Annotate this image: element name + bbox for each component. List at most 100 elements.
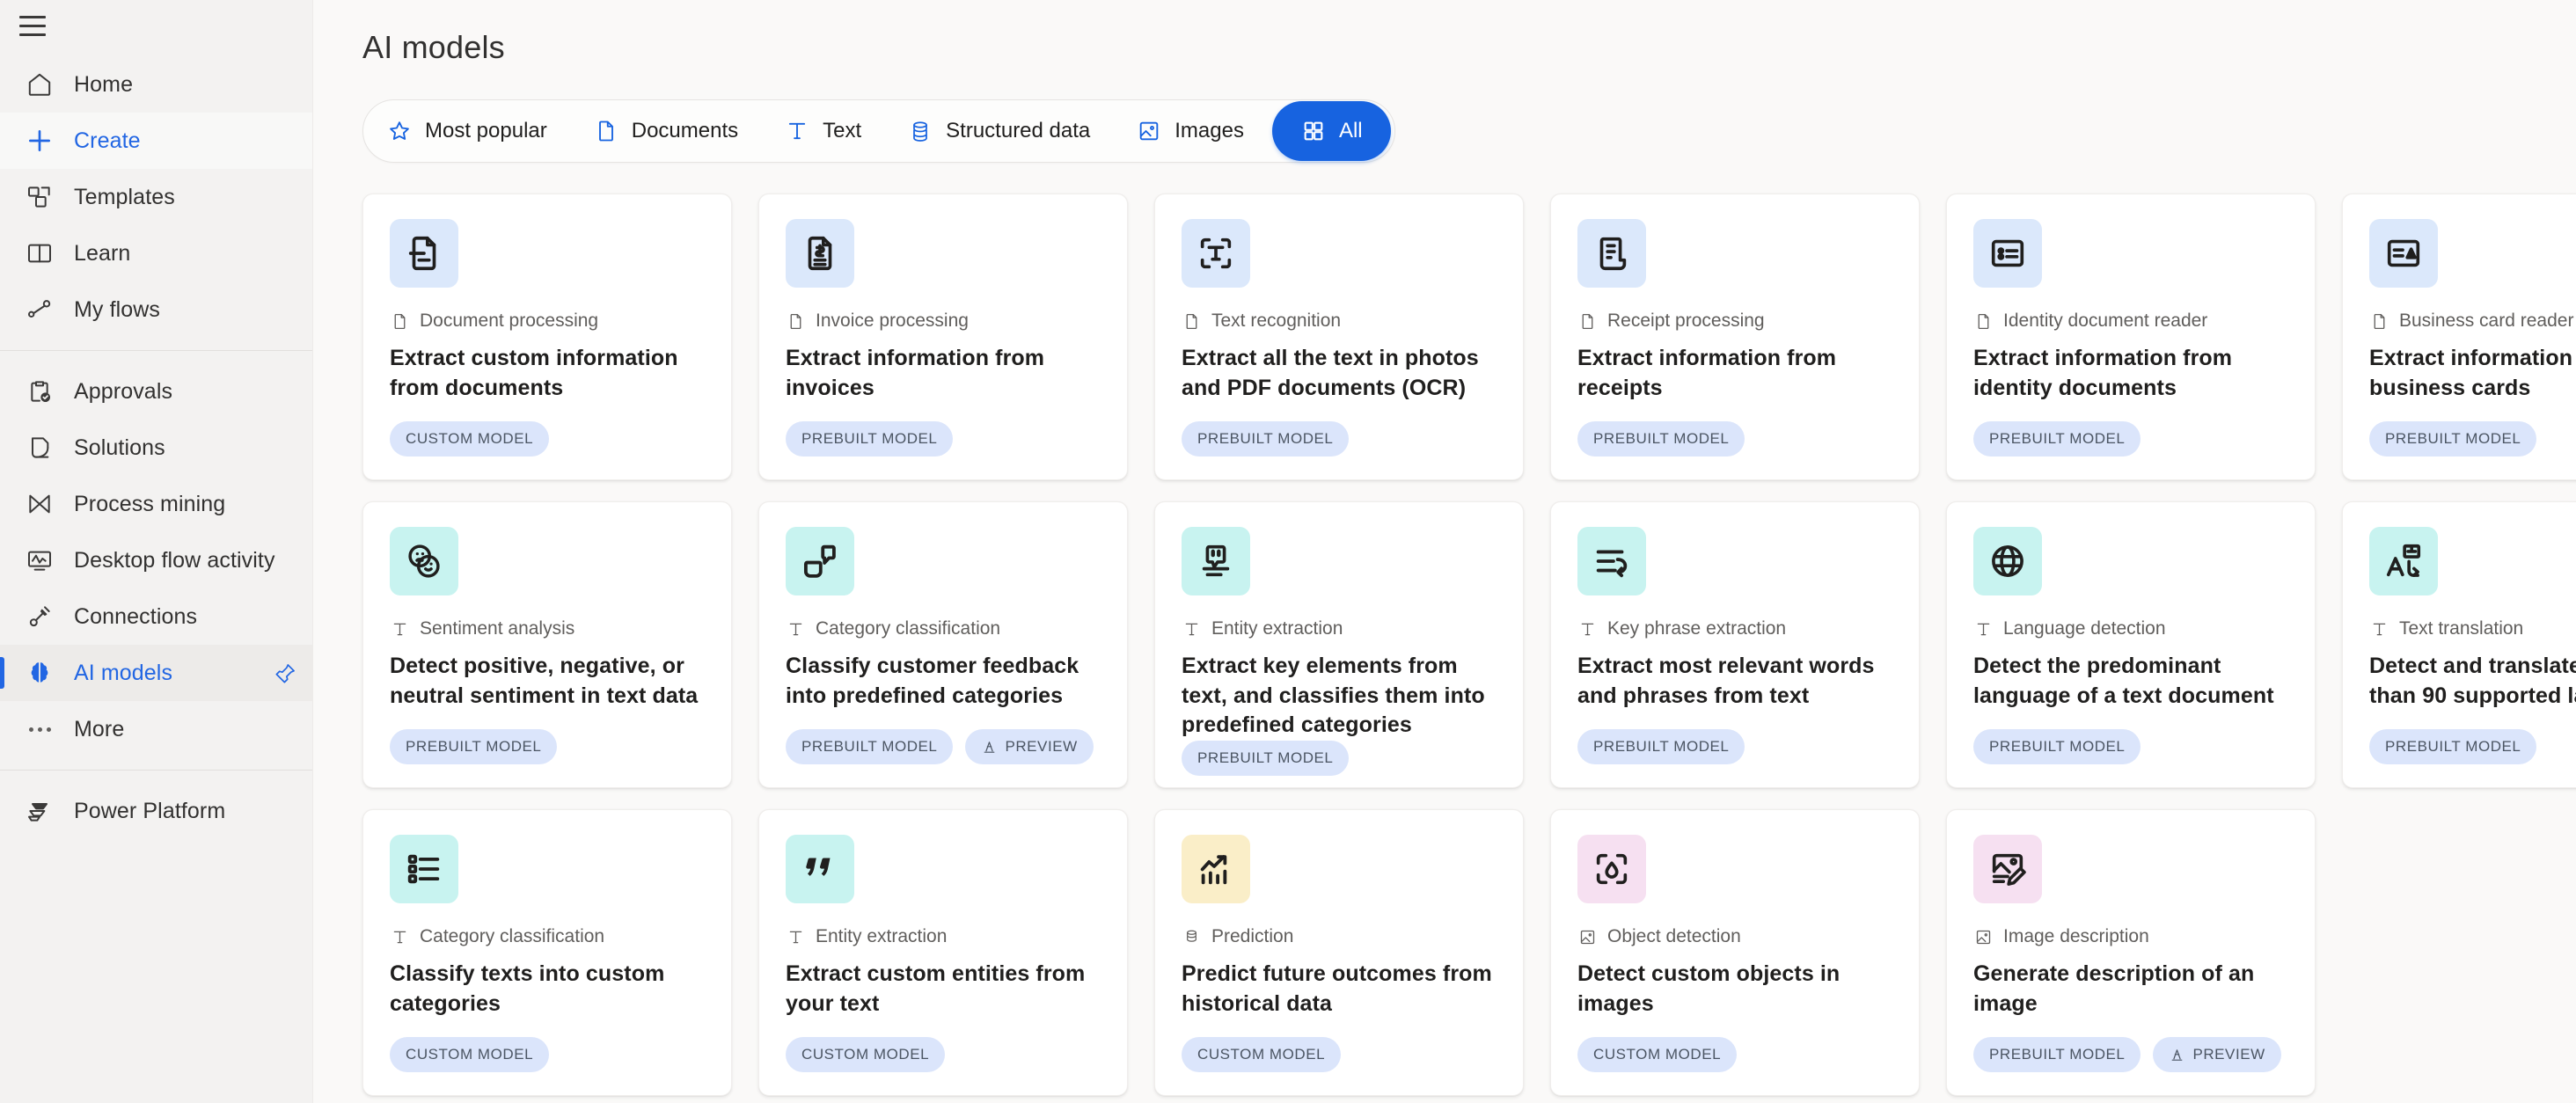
model-card[interactable]: Business card reader Extract information …: [2342, 194, 2576, 480]
model-card[interactable]: Language detection Detect the predominant…: [1946, 501, 2316, 788]
globe-icon: [1973, 527, 2042, 595]
model-type-badge: PREBUILT MODEL: [2369, 729, 2537, 764]
model-badges: PREBUILT MODEL: [390, 729, 705, 764]
plus-icon: [25, 126, 55, 156]
model-card[interactable]: Identity document reader Extract informat…: [1946, 194, 2316, 480]
filter-documents[interactable]: Documents: [570, 103, 761, 159]
sidebar-item-create[interactable]: Create: [0, 113, 312, 169]
solutions-icon: [25, 433, 55, 463]
text-t-icon: [784, 118, 810, 144]
model-card[interactable]: Sentiment analysis Detect positive, negat…: [362, 501, 732, 788]
text-t-icon: [1973, 619, 1993, 639]
filter-text[interactable]: Text: [761, 103, 884, 159]
database-icon: [1182, 927, 1201, 946]
sidebar-item-connections[interactable]: Connections: [0, 588, 312, 645]
model-card[interactable]: Text recognition Extract all the text in …: [1154, 194, 1524, 480]
filter-structured-data[interactable]: Structured data: [884, 103, 1113, 159]
model-card[interactable]: Entity extraction Extract custom entities…: [758, 809, 1128, 1096]
model-card[interactable]: Receipt processing Extract information fr…: [1550, 194, 1920, 480]
model-headline: Extract custom information from document…: [390, 346, 678, 400]
model-headline: Extract information from identity docume…: [1973, 346, 2233, 400]
sidebar-item-label: Solutions: [74, 435, 165, 460]
model-card[interactable]: Image description Generate description of…: [1946, 809, 2316, 1096]
model-category-label: Document processing: [420, 310, 599, 331]
model-type-badge: PREBUILT MODEL: [1577, 421, 1745, 457]
document-icon: [786, 311, 805, 331]
templates-icon: [25, 182, 55, 212]
filter-images[interactable]: Images: [1113, 103, 1267, 159]
document-icon: [390, 311, 409, 331]
model-headline: Extract key elements from text, and clas…: [1182, 654, 1485, 737]
filter-label: Structured data: [946, 119, 1091, 142]
model-headline: Extract information from business cards: [2369, 346, 2576, 400]
text-t-icon: [1577, 619, 1597, 639]
model-category-label: Category classification: [816, 618, 1001, 639]
pin-icon[interactable]: [272, 660, 298, 686]
hamburger-row: [0, 0, 312, 51]
model-card[interactable]: Entity extraction Extract key elements fr…: [1154, 501, 1524, 788]
filter-label: Documents: [631, 119, 739, 142]
preview-cone-icon: [2169, 1047, 2184, 1063]
model-card[interactable]: Category classification Classify texts in…: [362, 809, 732, 1096]
model-card[interactable]: Text translation Detect and translate mor…: [2342, 501, 2576, 788]
model-badges: PREBUILT MODEL: [1182, 740, 1497, 776]
sentiment-faces-icon: [390, 527, 458, 595]
model-category: Category classification: [390, 926, 705, 947]
document-icon: [593, 118, 619, 144]
sidebar-item-solutions[interactable]: Solutions: [0, 420, 312, 476]
sidebar-item-process-mining[interactable]: Process mining: [0, 476, 312, 532]
sidebar-item-home[interactable]: Home: [0, 56, 312, 113]
model-category: Entity extraction: [786, 926, 1101, 947]
sidebar-item-label: Approvals: [74, 378, 173, 404]
model-category: Category classification: [786, 618, 1101, 639]
business-card-icon: [2369, 219, 2438, 288]
sidebar-item-more[interactable]: More: [0, 701, 312, 757]
document-icon: [1973, 311, 1993, 331]
model-headline: Detect positive, negative, or neutral se…: [390, 654, 699, 708]
menu-hamburger-icon[interactable]: [19, 10, 51, 41]
app-root: Home Create Templates Learn My flows Approval…: [0, 0, 2576, 1103]
text-t-icon: [2369, 619, 2389, 639]
filter-all[interactable]: All: [1271, 101, 1391, 161]
badge-label: PREBUILT MODEL: [406, 738, 542, 755]
model-headline: Detect custom objects in images: [1577, 961, 1841, 1016]
sidebar-item-approvals[interactable]: Approvals: [0, 363, 312, 420]
model-type-badge: CUSTOM MODEL: [390, 421, 550, 457]
model-category-label: Key phrase extraction: [1607, 618, 1787, 639]
model-headline: Extract custom entities from your text: [786, 961, 1086, 1016]
sidebar-item-templates[interactable]: Templates: [0, 169, 312, 225]
model-card[interactable]: Category classification Classify customer…: [758, 501, 1128, 788]
sidebar-item-label: Process mining: [74, 491, 226, 516]
sidebar-item-desktop-flow-activity[interactable]: Desktop flow activity: [0, 532, 312, 588]
model-card[interactable]: Object detection Detect custom objects in…: [1550, 809, 1920, 1096]
sidebar-item-my-flows[interactable]: My flows: [0, 281, 312, 338]
text-t-icon: [1182, 619, 1201, 639]
model-card[interactable]: Prediction Predict future outcomes from h…: [1154, 809, 1524, 1096]
model-type-badge: PREBUILT MODEL: [2369, 421, 2537, 457]
model-card[interactable]: Key phrase extraction Extract most releva…: [1550, 501, 1920, 788]
model-category: Identity document reader: [1973, 310, 2288, 332]
model-badges: PREBUILT MODEL: [2369, 729, 2576, 764]
badge-label: PREBUILT MODEL: [1197, 749, 1334, 766]
sidebar-item-learn[interactable]: Learn: [0, 225, 312, 281]
filter-most-popular[interactable]: Most popular: [363, 103, 570, 159]
sidebar-item-ai-models[interactable]: AI models: [0, 645, 312, 701]
model-card[interactable]: Document processing Extract custom inform…: [362, 194, 732, 480]
model-filter-bar: Most popular Documents Text Structured data…: [362, 99, 1395, 163]
model-card[interactable]: Invoice processing Extract information fr…: [758, 194, 1128, 480]
model-category-label: Category classification: [420, 926, 605, 946]
model-category: Text recognition: [1182, 310, 1497, 332]
filter-label: Images: [1175, 119, 1244, 142]
power-platform-icon: [25, 796, 55, 826]
model-category: Text translation: [2369, 618, 2576, 639]
badge-label: PREBUILT MODEL: [1593, 430, 1730, 447]
sidebar-item-label: Home: [74, 71, 134, 97]
sidebar-item-label: More: [74, 716, 125, 741]
model-headline: Extract most relevant words and phrases …: [1577, 654, 1875, 708]
sidebar-item-label: Desktop flow activity: [74, 547, 275, 573]
sidebar-item-power-platform[interactable]: Power Platform: [0, 783, 312, 839]
sidebar-item-label: Create: [74, 128, 141, 153]
filter-label: All: [1338, 119, 1363, 142]
model-badges: CUSTOM MODEL: [1182, 1037, 1497, 1072]
model-badges: PREBUILT MODEL: [786, 421, 1101, 457]
